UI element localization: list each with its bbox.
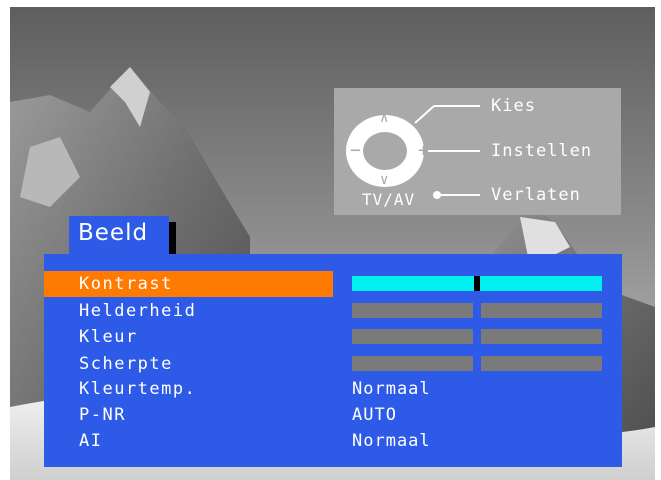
slider-marker[interactable]: [474, 276, 480, 291]
kontrast-slider[interactable]: [352, 276, 602, 291]
menu-item-p-nr[interactable]: P-NR AUTO: [44, 402, 622, 428]
menu-item-kontrast[interactable]: Kontrast: [44, 271, 622, 297]
menu-item-scherpte[interactable]: Scherpte: [44, 351, 622, 377]
menu-item-label: Kleur: [79, 327, 138, 347]
up-arrow-icon: ∧: [380, 110, 389, 126]
menu-item-label: Kontrast: [79, 274, 173, 294]
menu-title: Beeld: [69, 216, 169, 256]
slider-left-segment: [352, 329, 473, 344]
menu-item-helderheid[interactable]: Helderheid: [44, 298, 622, 324]
menu-item-value: Normaal: [352, 379, 431, 399]
slider-right-segment: [481, 303, 602, 318]
slider-right-segment: [481, 356, 602, 371]
helderheid-slider[interactable]: [352, 303, 602, 318]
menu-item-kleurtemp[interactable]: Kleurtemp. Normaal: [44, 376, 622, 402]
menu-item-kleur[interactable]: Kleur: [44, 324, 622, 350]
down-arrow-icon: ∨: [380, 172, 389, 188]
select-hint: Kies: [491, 96, 536, 116]
menu-item-label: P-NR: [79, 405, 126, 425]
menu-item-label: Scherpte: [79, 354, 173, 374]
slider-left-segment: [352, 303, 473, 318]
menu-item-label: Kleurtemp.: [79, 379, 197, 399]
remote-help-panel: ∧ ∨ − + Kies Instellen Verlaten TV/AV: [334, 88, 621, 215]
scherpte-slider[interactable]: [352, 356, 602, 371]
picture-menu: Kontrast Helderheid Kleur Scherpte Kleur…: [44, 254, 622, 467]
menu-item-label: AI: [79, 431, 103, 451]
slider-right-segment: [481, 329, 602, 344]
kleur-slider[interactable]: [352, 329, 602, 344]
menu-item-value: Normaal: [352, 431, 431, 451]
adjust-hint: Instellen: [491, 141, 593, 161]
plus-icon: +: [418, 140, 429, 161]
menu-item-value: AUTO: [352, 405, 397, 425]
exit-hint: Verlaten: [491, 185, 581, 205]
slider-left-segment: [352, 356, 473, 371]
tv-av-button-label: TV/AV: [362, 190, 416, 209]
menu-item-ai[interactable]: AI Normaal: [44, 428, 622, 454]
minus-icon: −: [350, 140, 361, 161]
menu-item-label: Helderheid: [79, 301, 197, 321]
